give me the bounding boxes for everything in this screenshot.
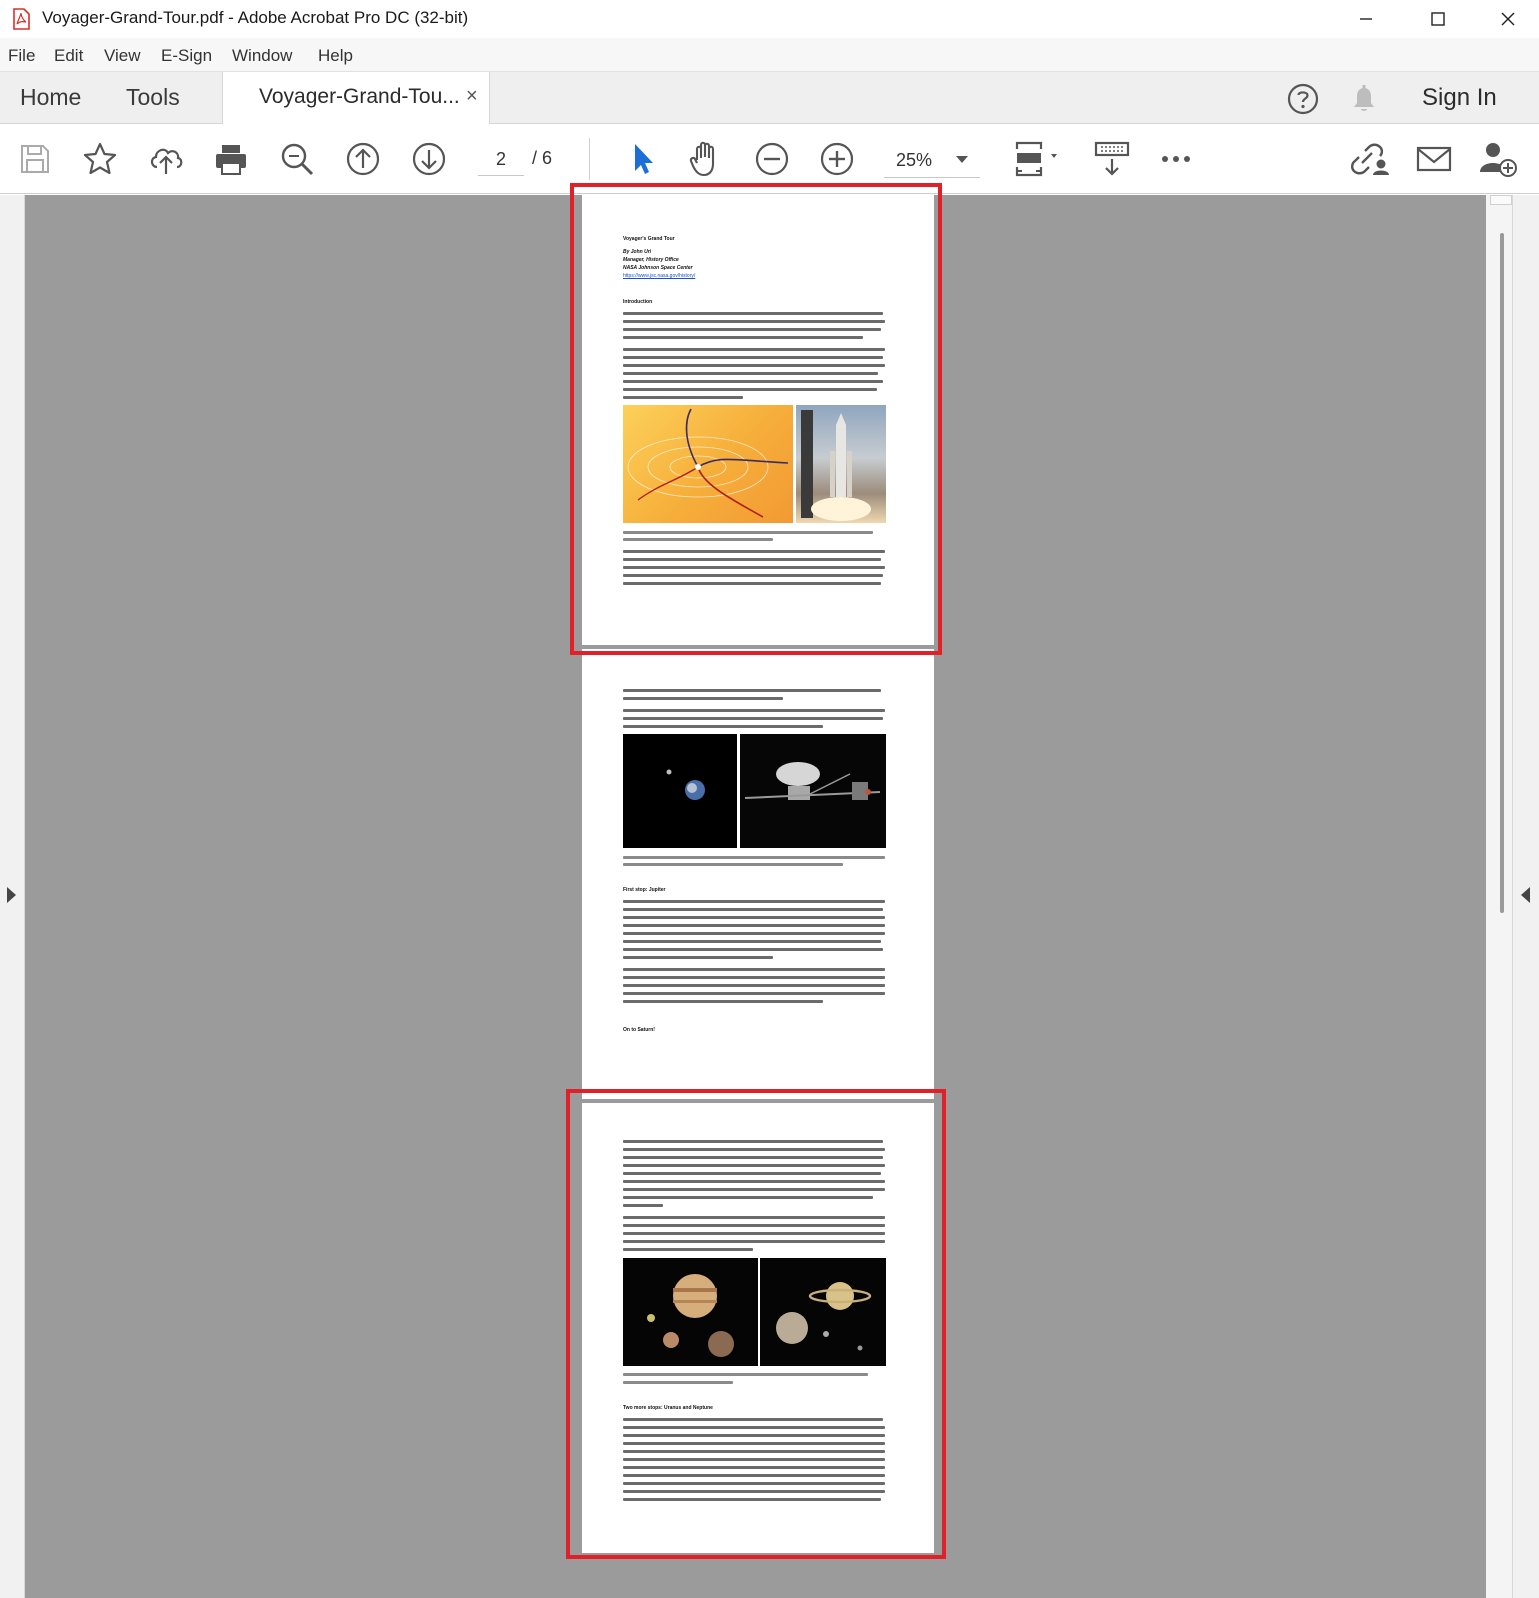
page2-jupiter-heading: First stop: Jupiter <box>623 887 666 893</box>
more-tools-button[interactable] <box>1156 139 1196 179</box>
toolbar-divider <box>589 138 590 180</box>
next-page-button[interactable] <box>409 139 449 179</box>
add-person-icon <box>1480 143 1517 177</box>
arrow-down-circle-icon <box>412 142 446 176</box>
select-tool-button[interactable] <box>622 139 662 179</box>
expand-right-panel-icon[interactable] <box>1521 887 1530 903</box>
vertical-scrollbar[interactable] <box>1486 195 1512 1598</box>
help-icon[interactable] <box>1286 82 1320 116</box>
zoom-in-button[interactable] <box>817 139 857 179</box>
maximize-button[interactable] <box>1408 0 1468 38</box>
menu-edit[interactable]: Edit <box>54 46 83 66</box>
earth-icon <box>666 769 705 800</box>
arrow-up-circle-icon <box>346 142 380 176</box>
fit-page-icon <box>1015 141 1057 177</box>
earth-moon-image <box>623 734 737 848</box>
right-panel-rail[interactable] <box>1512 195 1539 1598</box>
document-workspace[interactable]: Voyager's Grand Tour By John Uri Manager… <box>0 183 1539 1598</box>
chevron-down-icon[interactable] <box>956 156 968 163</box>
tab-bar: Home Tools Voyager-Grand-Tou... × Sign I… <box>0 72 1539 125</box>
link-person-icon <box>1351 143 1389 175</box>
scrollbar-thumb[interactable] <box>1500 233 1504 913</box>
page2-saturn-heading: On to Saturn! <box>623 1027 655 1033</box>
plus-circle-icon <box>820 142 854 176</box>
pdf-page-2: First stop: Jupiter On to Saturn! <box>582 649 934 1099</box>
close-icon <box>1501 12 1515 26</box>
star-icon <box>83 142 117 175</box>
bell-icon[interactable] <box>1348 82 1380 116</box>
save-icon <box>21 145 49 173</box>
close-window-button[interactable] <box>1478 0 1538 38</box>
sign-in-button[interactable]: Sign In <box>1422 84 1497 112</box>
scrolling-mode-button[interactable] <box>1090 139 1134 179</box>
tab-document[interactable]: Voyager-Grand-Tou... × <box>222 72 490 125</box>
hand-icon <box>689 141 715 177</box>
cursor-arrow-icon <box>635 144 653 174</box>
printer-icon <box>216 145 246 175</box>
page-total: / 6 <box>532 148 553 168</box>
menu-help[interactable]: Help <box>318 46 353 66</box>
acrobat-icon <box>13 8 30 30</box>
print-button[interactable] <box>211 139 251 179</box>
menu-esign[interactable]: E-Sign <box>161 46 212 66</box>
minimize-button[interactable] <box>1336 0 1396 38</box>
left-panel-rail[interactable] <box>0 195 25 1598</box>
share-link-button[interactable] <box>1350 139 1390 179</box>
expand-left-panel-icon[interactable] <box>7 887 16 903</box>
minimize-icon <box>1360 18 1372 20</box>
menu-view[interactable]: View <box>104 46 141 66</box>
envelope-icon <box>1416 146 1452 172</box>
tab-home[interactable]: Home <box>20 84 81 111</box>
search-icon <box>281 143 314 176</box>
hand-tool-button[interactable] <box>686 139 726 179</box>
previous-page-button[interactable] <box>343 139 383 179</box>
find-button[interactable] <box>277 139 317 179</box>
window-title: Voyager-Grand-Tour.pdf - Adobe Acrobat P… <box>42 8 469 27</box>
minus-circle-icon <box>755 142 789 176</box>
zoom-out-button[interactable] <box>752 139 792 179</box>
upload-cloud-button[interactable] <box>146 139 186 179</box>
highlight-box-page-1 <box>570 183 942 655</box>
menu-file[interactable]: File <box>8 46 35 66</box>
highlight-box-page-3 <box>566 1089 946 1559</box>
save-button[interactable] <box>15 139 55 179</box>
menu-bar: File Edit View E-Sign Window Help <box>0 38 1539 72</box>
email-button[interactable] <box>1414 139 1454 179</box>
page-display-button[interactable] <box>1010 139 1066 179</box>
voyager-spacecraft-image <box>740 734 886 848</box>
scroll-mode-icon <box>1094 141 1130 176</box>
bookmark-star-button[interactable] <box>80 139 120 179</box>
page-number-input[interactable]: 2 <box>478 142 524 176</box>
tab-document-title: Voyager-Grand-Tou... <box>259 85 460 108</box>
scrollbar-top-box <box>1490 195 1512 205</box>
more-dots-icon <box>1162 156 1190 162</box>
spacecraft-icon <box>744 762 881 800</box>
tab-tools[interactable]: Tools <box>126 84 180 111</box>
tab-close-button[interactable]: × <box>466 85 478 108</box>
add-user-button[interactable] <box>1478 139 1518 179</box>
cloud-upload-icon <box>150 148 183 174</box>
title-bar: Voyager-Grand-Tour.pdf - Adobe Acrobat P… <box>0 0 1539 38</box>
menu-window[interactable]: Window <box>232 46 292 66</box>
zoom-level-value: 25% <box>896 150 933 170</box>
maximize-icon <box>1431 12 1445 26</box>
